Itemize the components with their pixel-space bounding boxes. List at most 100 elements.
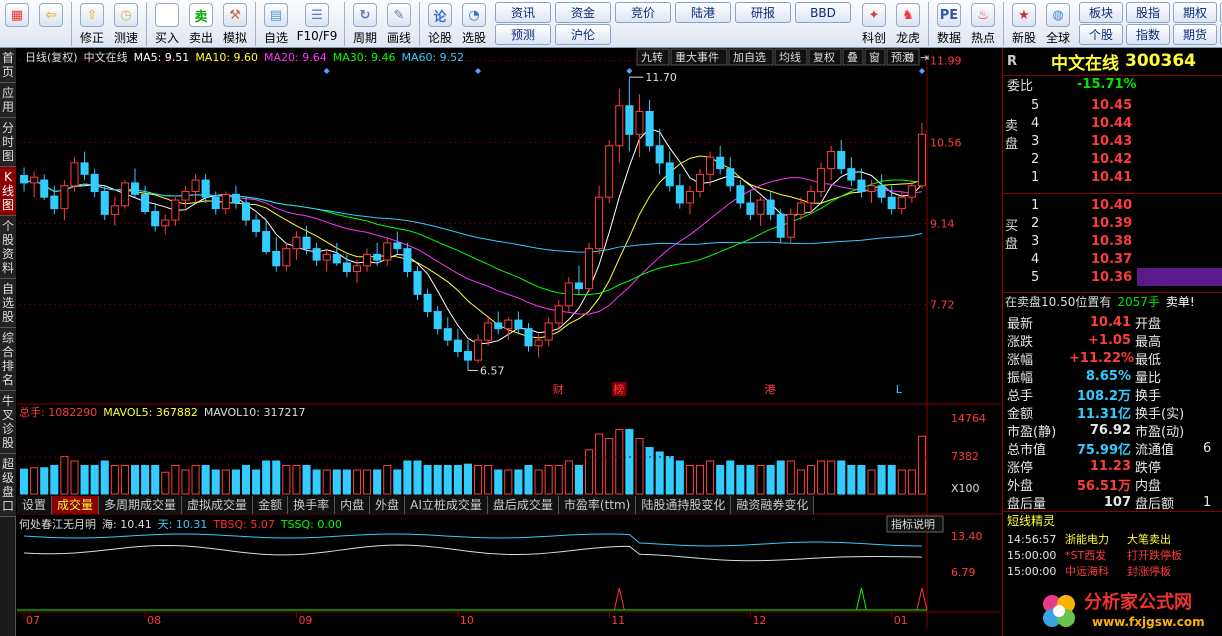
candle-body[interactable]	[30, 176, 39, 184]
candle-body[interactable]	[292, 236, 301, 250]
candle-body[interactable]	[463, 351, 472, 361]
left-tab-3[interactable]: K线图	[0, 167, 16, 216]
bids-level-3[interactable]: 3 10.38	[1003, 232, 1222, 250]
candle-body[interactable]	[403, 248, 412, 273]
candle-body[interactable]	[877, 185, 886, 198]
candle-body[interactable]	[736, 185, 745, 204]
candle-body[interactable]	[141, 193, 150, 212]
bids-level-4[interactable]: 4 10.37	[1003, 250, 1222, 268]
quick-link-7[interactable]: 沪伦	[555, 24, 611, 45]
candle-body[interactable]	[817, 168, 826, 192]
candle-body[interactable]	[645, 110, 654, 147]
candle-body[interactable]	[282, 248, 291, 267]
indicator-tab-9[interactable]: 盘后成交量	[487, 496, 559, 514]
candle-body[interactable]	[120, 182, 129, 207]
indicator-tab-11[interactable]: 陆股通持股变化	[636, 496, 732, 514]
candle-body[interactable]	[504, 319, 513, 330]
candle-body[interactable]	[221, 193, 230, 210]
candle-body[interactable]	[161, 219, 170, 227]
left-tab-7[interactable]: 牛叉诊股	[0, 391, 16, 454]
left-tab-1[interactable]: 应用	[0, 83, 16, 118]
candle-body[interactable]	[857, 179, 866, 192]
candle-body[interactable]	[80, 162, 89, 175]
indicator-tab-4[interactable]: 金额	[253, 496, 289, 514]
select-tool-button[interactable]: ◔ 选股	[457, 0, 491, 48]
candle-body[interactable]	[564, 282, 573, 307]
candle-body[interactable]	[897, 196, 906, 210]
kline-chart[interactable]: 日线(复权) 中文在线 MA5: 9.51 MA10: 9.60 MA20: 9.64 M…	[17, 48, 1001, 636]
candle-body[interactable]	[534, 339, 543, 347]
market-link-7[interactable]: 期货	[1173, 24, 1217, 45]
candle-body[interactable]	[867, 185, 876, 192]
left-tab-4[interactable]: 个股资料	[0, 216, 16, 279]
discuss-tool-button[interactable]: 论论股	[423, 0, 457, 48]
market-link-1[interactable]: 股指	[1126, 2, 1170, 23]
candle-body[interactable]	[272, 251, 281, 267]
candle-body[interactable]	[312, 248, 321, 261]
candle-body[interactable]	[695, 173, 705, 192]
globe-tool-button[interactable]: ◍ 全球	[1041, 0, 1075, 48]
candle-body[interactable]	[756, 199, 765, 215]
candle-body[interactable]	[151, 210, 160, 227]
indicator-tab-12[interactable]: 融资融券变化	[731, 496, 815, 514]
candle-body[interactable]	[100, 190, 109, 215]
candle-body[interactable]	[413, 271, 422, 295]
bids-level-2[interactable]: 2 10.39	[1003, 214, 1222, 232]
candle-body[interactable]	[685, 190, 694, 204]
candle-body[interactable]	[766, 199, 775, 215]
asks-level-1[interactable]: 1 10.41	[1003, 168, 1222, 186]
buy-tool-button[interactable]: 买买入	[150, 0, 184, 48]
candle-body[interactable]	[675, 185, 684, 204]
back-arrow-tool-button[interactable]: ⇦	[34, 0, 68, 48]
quick-link-1[interactable]: 资金	[555, 2, 611, 23]
quick-link-0[interactable]: 资讯	[495, 2, 551, 23]
quick-link-4[interactable]: 研报	[735, 2, 791, 23]
left-tab-0[interactable]: 首页	[0, 48, 16, 83]
candle-body[interactable]	[635, 110, 644, 135]
candle-body[interactable]	[110, 205, 119, 215]
candle-body[interactable]	[181, 190, 190, 201]
indicator-tab-2[interactable]: 多周期成交量	[99, 496, 183, 514]
folder-tool-button[interactable]: ▤ 自选	[259, 0, 293, 48]
candle-body[interactable]	[252, 219, 261, 232]
candle-body[interactable]	[474, 339, 483, 361]
fix-tool-button[interactable]: ⇧ 修正	[75, 0, 109, 48]
candle-body[interactable]	[60, 185, 69, 210]
quick-link-6[interactable]: 预测	[495, 24, 551, 45]
left-tab-2[interactable]: 分时图	[0, 118, 16, 167]
candle-body[interactable]	[776, 213, 785, 238]
f10-tool-button[interactable]: ☰ F10/F9	[293, 0, 341, 48]
candle-body[interactable]	[373, 253, 382, 261]
grid-tool-button[interactable]: ▦	[0, 0, 34, 48]
candle-body[interactable]	[887, 196, 896, 210]
indicator-tab-3[interactable]: 虚拟成交量	[182, 496, 254, 514]
candle-body[interactable]	[231, 193, 240, 204]
tiger-tool-button[interactable]: ♞ 龙虎	[891, 0, 925, 48]
indicator-tab-8[interactable]: AI立桩成交量	[405, 496, 488, 514]
candle-body[interactable]	[847, 168, 856, 181]
asks-level-3[interactable]: 3 10.43	[1003, 132, 1222, 150]
candle-body[interactable]	[706, 156, 715, 175]
expand-icon[interactable]: ⇥	[920, 51, 929, 64]
candle-body[interactable]	[806, 190, 816, 204]
left-tab-6[interactable]: 综合排名	[0, 328, 16, 391]
candle-body[interactable]	[605, 145, 614, 198]
candle-body[interactable]	[383, 242, 392, 261]
candle-body[interactable]	[746, 202, 755, 215]
asks-level-4[interactable]: 4 10.44	[1003, 114, 1222, 132]
candle-body[interactable]	[544, 322, 553, 341]
cycle-tool-button[interactable]: ↻ 周期	[348, 0, 382, 48]
candle-body[interactable]	[574, 282, 583, 290]
candle-body[interactable]	[302, 236, 311, 250]
indicator-tab-10[interactable]: 市盈率(ttm)	[558, 496, 637, 514]
candle-body[interactable]	[524, 328, 533, 347]
sell-tool-button[interactable]: 卖卖出	[184, 0, 218, 48]
candle-body[interactable]	[554, 305, 563, 324]
candle-body[interactable]	[130, 182, 140, 195]
asks-level-5[interactable]: 5 10.45	[1003, 96, 1222, 114]
candle-body[interactable]	[917, 133, 926, 187]
kechuang-tool-button[interactable]: ✦ 科创	[857, 0, 891, 48]
left-tab-8[interactable]: 超级盘口	[0, 454, 16, 517]
news-item[interactable]: 15:00:00 中远海科 封涨停板	[1003, 562, 1222, 580]
candle-body[interactable]	[211, 196, 220, 210]
